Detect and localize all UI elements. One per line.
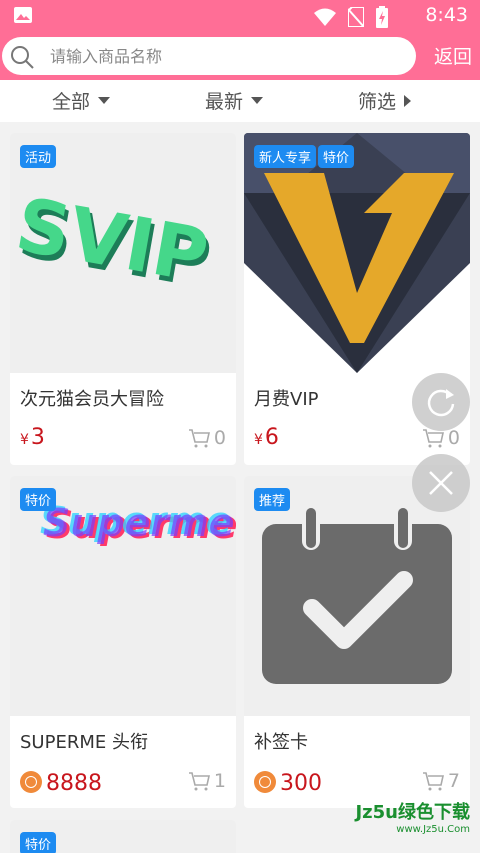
cart-count[interactable]: 1 <box>188 770 226 792</box>
header: 返回 <box>0 32 480 80</box>
product-price: ¥ 6 <box>254 425 279 450</box>
tag-badge: 新人专享 <box>254 145 317 168</box>
price-value: 6 <box>264 425 279 450</box>
cart-icon <box>188 772 210 791</box>
filter-label: 筛选 <box>358 91 397 113</box>
filter-screen[interactable]: 筛选 <box>358 87 412 114</box>
filter-latest[interactable]: 最新 <box>205 87 264 114</box>
coin-icon <box>254 771 276 793</box>
product-image: SVIP SVIP <box>10 133 236 373</box>
tag-list: 特价 <box>20 488 57 511</box>
product-name: 补签卡 <box>254 732 308 753</box>
image-icon <box>14 7 32 23</box>
caret-right-icon <box>404 94 412 107</box>
tag-badge: 特价 <box>20 488 57 511</box>
filter-label: 最新 <box>205 91 244 113</box>
search-box[interactable] <box>2 37 416 75</box>
product-name: 月费VIP <box>254 389 319 410</box>
product-price: 300 <box>254 768 322 796</box>
svip-logo-text: SVIP <box>10 182 214 300</box>
tag-badge: 推荐 <box>254 488 291 511</box>
product-price: ¥ 3 <box>20 425 45 450</box>
cart-count[interactable]: 7 <box>422 770 460 792</box>
product-card[interactable]: Superme Superme Superme 特价 SUPERME 头衔 88… <box>10 476 236 808</box>
caret-down-icon <box>251 97 264 104</box>
product-price: 8888 <box>20 768 102 796</box>
cart-count-value: 1 <box>213 770 226 792</box>
calendar-check-icon <box>262 504 452 684</box>
back-button[interactable]: 返回 <box>434 42 472 69</box>
tag-list: 推荐 <box>254 488 291 511</box>
tag-list: 特价 <box>20 832 57 853</box>
product-image <box>244 133 470 373</box>
search-input[interactable] <box>50 41 400 71</box>
watermark-url: www.Jz5u.Com <box>396 824 470 835</box>
coin-icon <box>20 771 42 793</box>
tag-badge: 特价 <box>20 832 57 853</box>
filter-bar: 全部 最新 筛选 <box>0 80 480 122</box>
battery-charging-icon <box>376 6 388 28</box>
superme-logo-text: Superme <box>43 501 235 545</box>
tag-list: 活动 <box>20 145 57 168</box>
cart-icon <box>188 429 210 448</box>
watermark-text: Jz5u绿色下载 <box>355 802 470 823</box>
product-card[interactable]: 特价 <box>10 820 236 853</box>
product-image <box>244 476 470 716</box>
product-name: SUPERME 头衔 <box>20 732 148 753</box>
clock: 8:43 <box>425 4 468 26</box>
refresh-icon <box>427 389 455 417</box>
status-bar: 8:43 <box>0 0 480 32</box>
product-card[interactable]: SVIP SVIP 活动 次元猫会员大冒险 ¥ 3 0 <box>10 133 236 465</box>
cart-count-value: 0 <box>213 427 226 449</box>
tag-badge: 活动 <box>20 145 57 168</box>
refresh-button[interactable] <box>412 373 470 431</box>
watermark: Jz5u绿色下载 www.Jz5u.Com <box>355 798 470 835</box>
close-button[interactable] <box>412 454 470 512</box>
wifi-icon <box>314 8 336 26</box>
price-value: 300 <box>280 771 322 796</box>
product-image: Superme Superme Superme <box>10 476 236 716</box>
filter-label: 全部 <box>52 91 91 113</box>
product-card[interactable]: 推荐 补签卡 300 7 <box>244 476 470 808</box>
cart-count-value: 7 <box>447 770 460 792</box>
price-value: 8888 <box>46 771 102 796</box>
cart-icon <box>422 772 444 791</box>
search-icon <box>11 46 34 69</box>
filter-all[interactable]: 全部 <box>52 87 111 114</box>
product-name: 次元猫会员大冒险 <box>20 389 164 410</box>
currency-symbol: ¥ <box>20 432 29 448</box>
close-icon <box>429 471 453 495</box>
no-sim-icon <box>348 7 364 27</box>
tag-badge: 特价 <box>318 145 355 168</box>
cart-count[interactable]: 0 <box>188 427 226 449</box>
currency-symbol: ¥ <box>254 432 263 448</box>
caret-down-icon <box>98 97 111 104</box>
tag-list: 新人专享 特价 <box>254 145 355 168</box>
price-value: 3 <box>30 425 45 450</box>
